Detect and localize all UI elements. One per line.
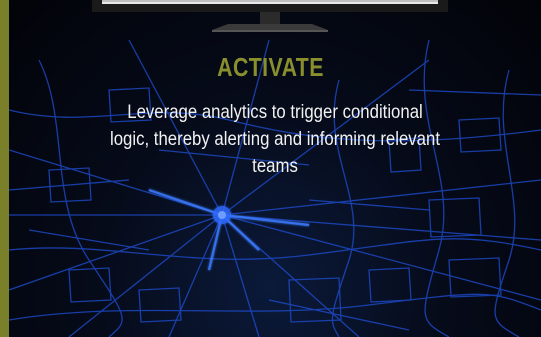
section-description: Leverage analytics to trigger conditiona…	[110, 101, 440, 177]
monitor-icon	[92, 0, 448, 32]
section-title: ACTIVATE	[217, 52, 324, 82]
activate-panel: ACTIVATE Leverage analytics to trigger c…	[0, 0, 541, 337]
accent-bar	[0, 0, 9, 337]
